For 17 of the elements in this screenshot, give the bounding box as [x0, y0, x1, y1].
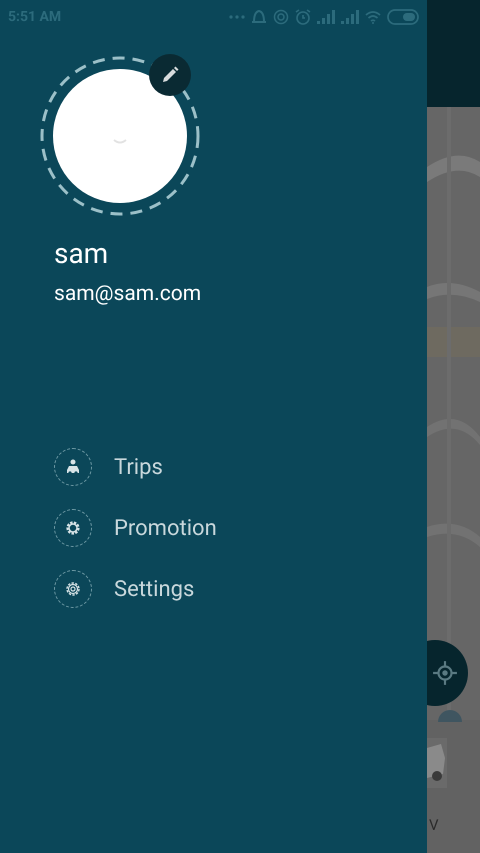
bell-icon	[251, 9, 267, 25]
more-icon	[229, 15, 245, 19]
vehicle-label: V	[429, 815, 439, 836]
signal-icon	[317, 10, 335, 24]
edit-avatar-button[interactable]	[149, 54, 191, 96]
circle-icon	[273, 9, 289, 25]
alarm-icon	[295, 9, 311, 25]
menu-item[interactable]: Promotion	[54, 509, 427, 547]
signal-icon	[341, 10, 359, 24]
pencil-icon	[161, 66, 179, 84]
profile-email: sam@sam.com	[54, 281, 202, 308]
locate-icon	[432, 660, 458, 686]
battery-icon	[387, 9, 419, 25]
menu-item[interactable]: Settings	[54, 570, 427, 608]
wifi-icon	[365, 10, 381, 24]
profile-name: sam	[54, 236, 110, 272]
menu-item[interactable]: Trips	[54, 448, 427, 486]
